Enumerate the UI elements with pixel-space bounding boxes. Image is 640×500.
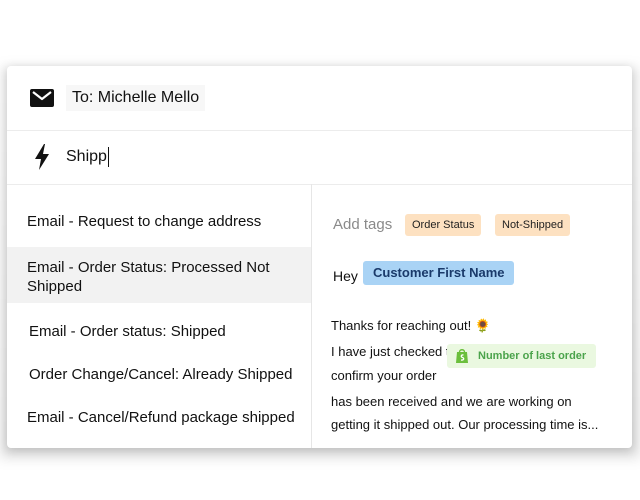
template-item-label: Email - Order status: Shipped: [29, 323, 226, 340]
order-variable-label: Number of last order: [478, 350, 587, 362]
template-item-label-line2: Shipped: [27, 278, 83, 295]
text-caret: [107, 147, 109, 167]
recipient-row: To: Michelle Mello: [7, 66, 632, 131]
search-value: Shipp: [66, 148, 107, 166]
mail-icon: [27, 89, 57, 107]
greeting-text: Hey: [333, 268, 358, 284]
template-item-label: Order Change/Cancel: Already Shipped: [29, 366, 293, 383]
add-tags-label[interactable]: Add tags: [333, 216, 392, 233]
lightning-icon: [27, 144, 57, 170]
template-item-label: Email - Cancel/Refund package shipped: [27, 409, 295, 426]
customer-first-name-variable[interactable]: Customer First Name: [363, 261, 515, 285]
recipient-label[interactable]: To: Michelle Mello: [66, 85, 206, 111]
body-line-3: confirm your order: [331, 368, 437, 383]
template-list: Email - Request to change address Email …: [7, 184, 312, 448]
last-order-number-variable[interactable]: Number of last order: [447, 344, 597, 368]
template-item-label-line1: Email - Order Status: Processed Not: [27, 259, 270, 276]
template-preview: Add tags Order Status Not-Shipped Hey Cu…: [312, 184, 632, 448]
body-line-4: has been received and we are working on: [331, 394, 572, 409]
tag-not-shipped[interactable]: Not-Shipped: [495, 214, 571, 236]
body-line-5: getting it shipped out. Our processing t…: [331, 417, 599, 432]
macro-composer-card: To: Michelle Mello Shipp Email - Request…: [7, 66, 632, 448]
tag-order-status[interactable]: Order Status: [405, 214, 482, 236]
template-item-request-change-address[interactable]: Email - Request to change address: [25, 209, 264, 234]
template-item-cancel-refund[interactable]: Email - Cancel/Refund package shipped: [25, 405, 297, 430]
template-item-label: Email - Request to change address: [27, 213, 262, 230]
shopify-icon: [455, 348, 469, 364]
template-search-row: Shipp: [7, 130, 632, 185]
template-item-processed-not-shipped[interactable]: Email - Order Status: Processed Not Ship…: [7, 247, 311, 303]
template-search-input[interactable]: Shipp: [66, 147, 109, 167]
template-item-order-change-cancel[interactable]: Order Change/Cancel: Already Shipped: [27, 362, 295, 387]
template-item-order-status-shipped[interactable]: Email - Order status: Shipped: [27, 319, 228, 344]
body-line-1: Thanks for reaching out! 🌻: [331, 318, 491, 333]
